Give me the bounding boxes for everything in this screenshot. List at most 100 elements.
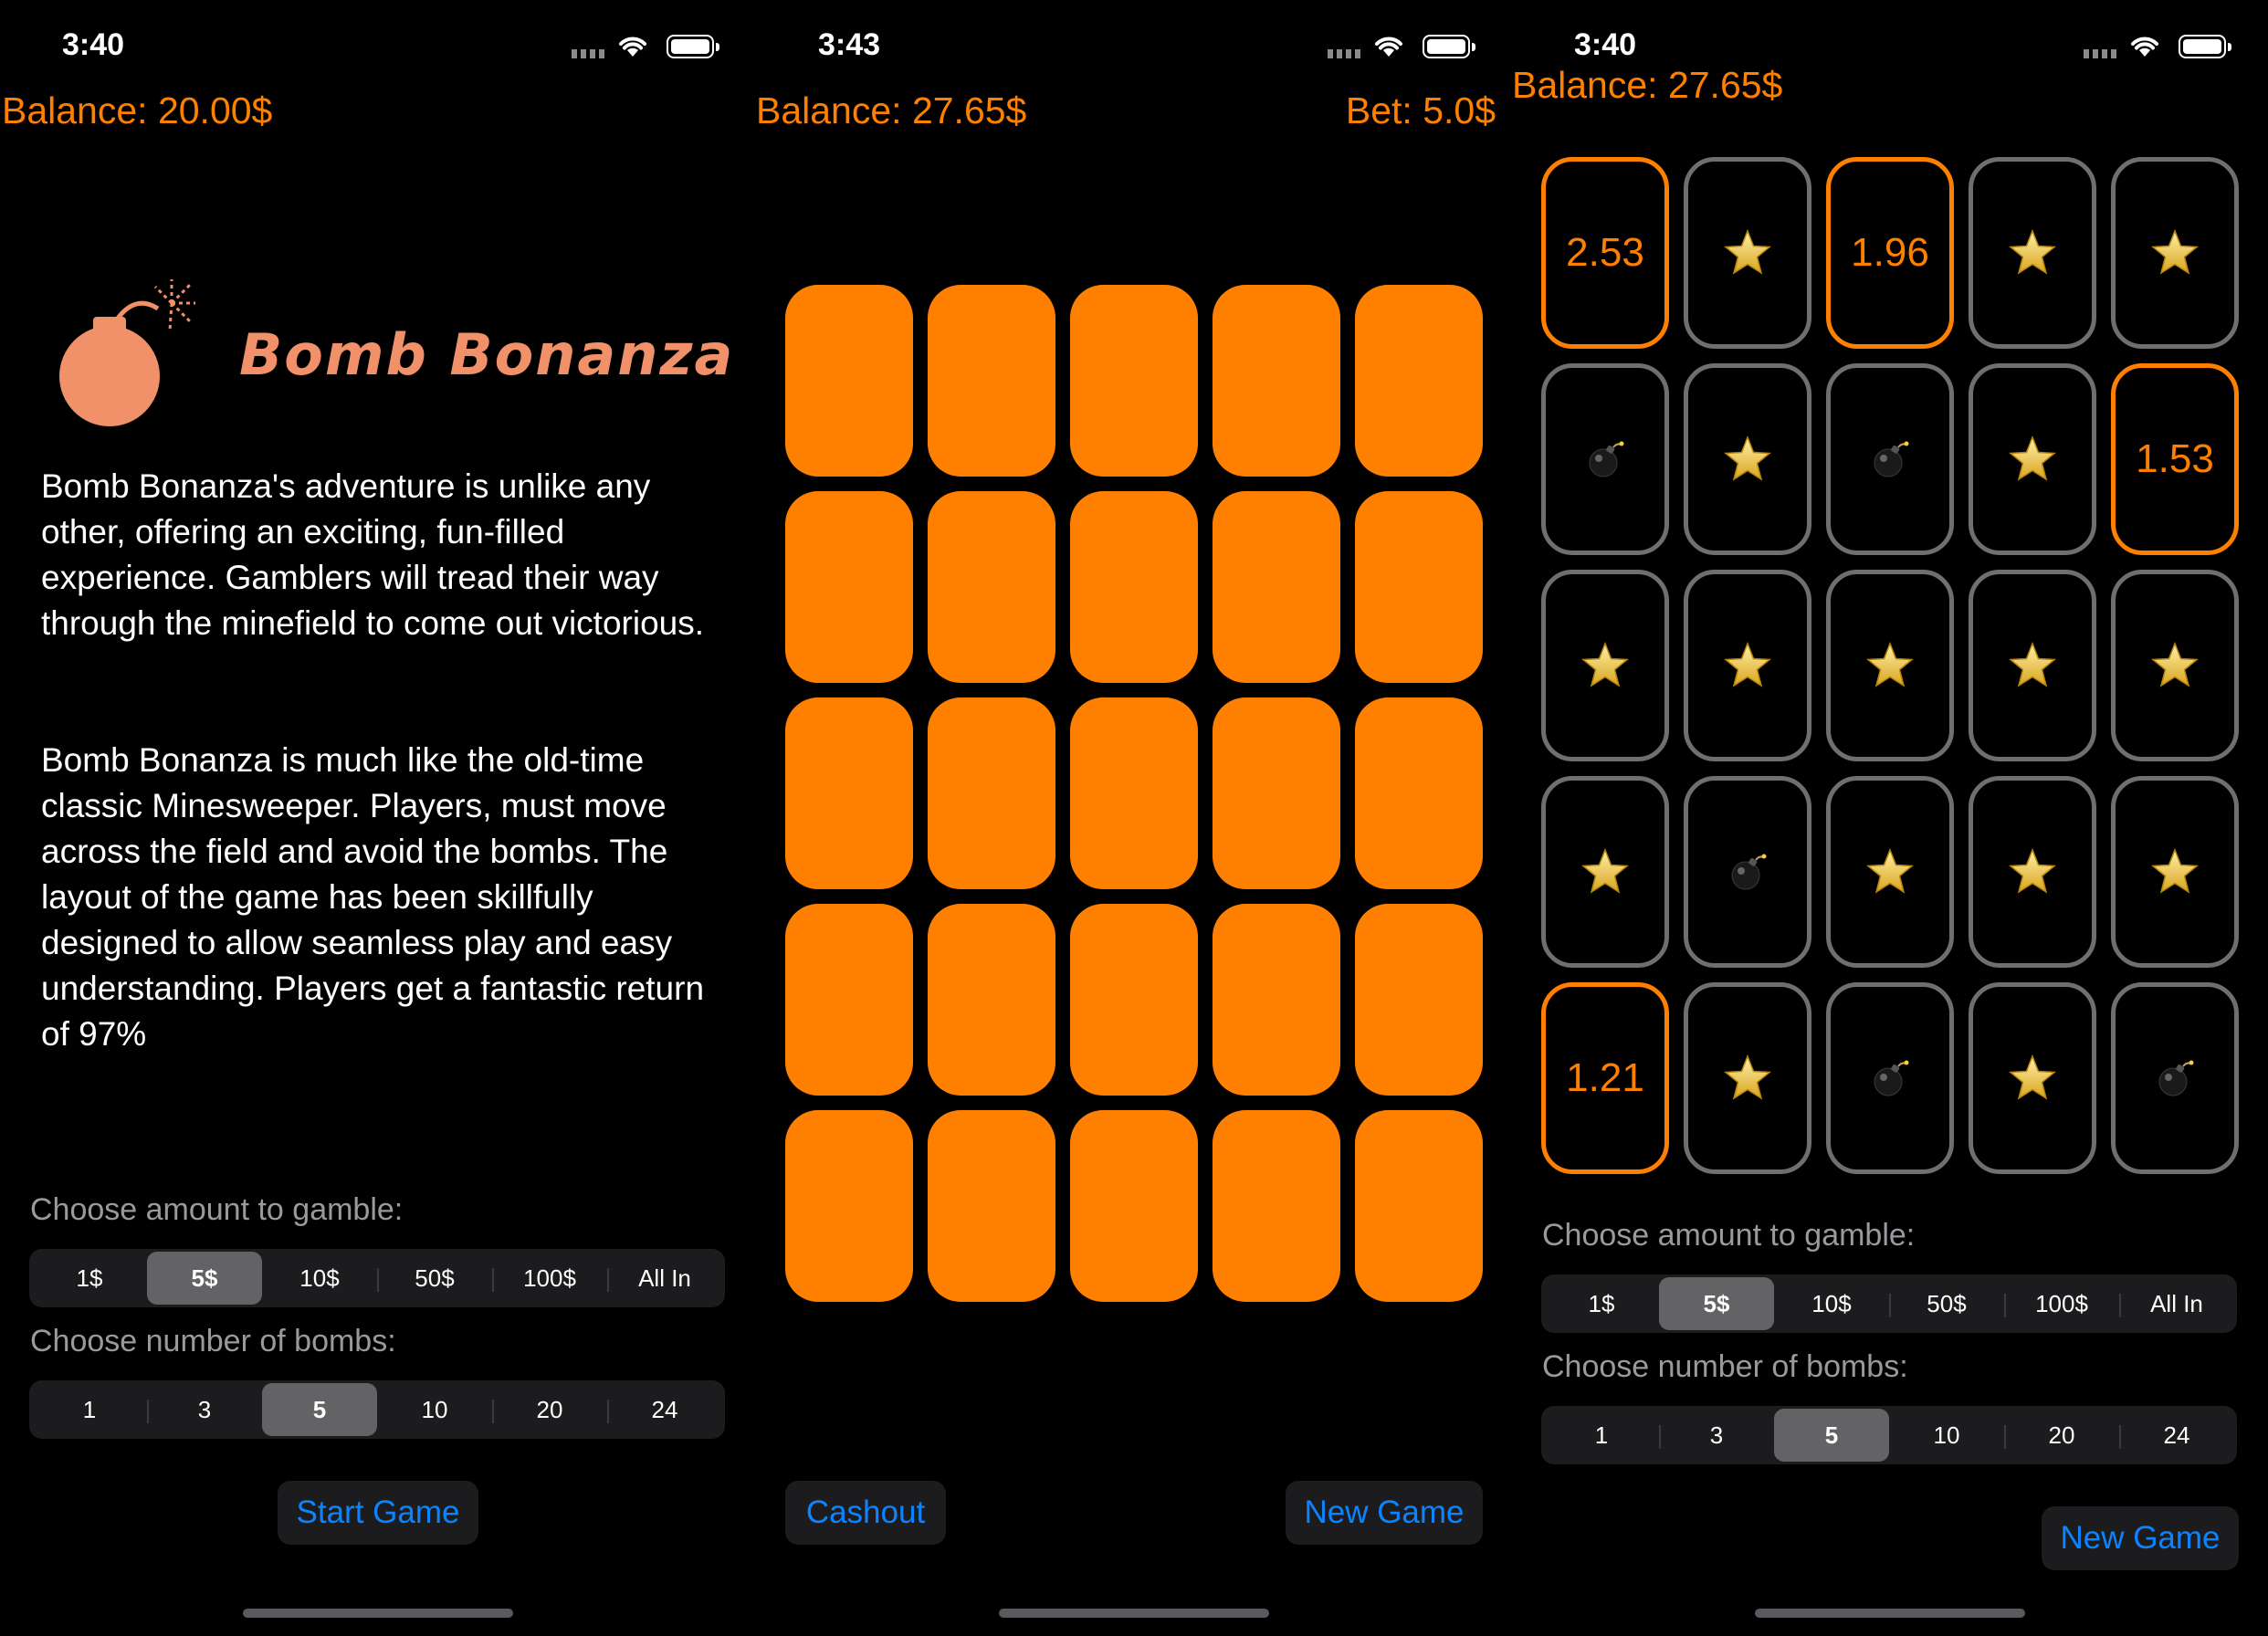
segment-option[interactable]: 24 (2119, 1409, 2234, 1462)
game-screen: 3:43 Balance: 27.65$ Bet: 5.0$ Cashout N… (756, 0, 1512, 1636)
status-icons (1324, 33, 1475, 60)
bomb-tile (1541, 363, 1669, 555)
segment-option[interactable]: 1 (32, 1383, 147, 1436)
segment-option[interactable]: 50$ (1889, 1277, 2004, 1330)
hidden-tile[interactable] (1355, 491, 1483, 683)
cellular-signal-icon (572, 49, 606, 58)
star-icon (2151, 228, 2199, 275)
star-icon (2009, 1054, 2056, 1100)
bomb-icon (1731, 854, 1767, 890)
segment-option[interactable]: 10$ (262, 1252, 377, 1305)
segment-option[interactable]: 5$ (147, 1252, 262, 1305)
balance-label: Balance: 20.00$ (2, 89, 273, 131)
balance-label: Balance: 27.65$ (756, 89, 1027, 131)
segment-option[interactable]: 3 (1659, 1409, 1774, 1462)
hidden-tile[interactable] (1070, 285, 1198, 477)
hidden-tile[interactable] (785, 1110, 913, 1302)
bombs-label: Choose number of bombs: (30, 1324, 396, 1358)
hidden-tile[interactable] (1213, 491, 1340, 683)
hidden-tile[interactable] (1355, 904, 1483, 1096)
bomb-tile (2111, 982, 2239, 1174)
multiplier-tile: 2.53 (1541, 157, 1669, 349)
hidden-tile[interactable] (1213, 285, 1340, 477)
segment-option[interactable]: 3 (147, 1383, 262, 1436)
hidden-tile[interactable] (1355, 285, 1483, 477)
star-icon (1581, 847, 1629, 894)
description-paragraph-2: Bomb Bonanza is much like the old-time c… (41, 741, 705, 1053)
description-paragraph-1: Bomb Bonanza's adventure is unlike any o… (41, 467, 704, 642)
segment-option[interactable]: 10$ (1774, 1277, 1889, 1330)
segment-option[interactable]: 1$ (32, 1252, 147, 1305)
segment-option[interactable]: 5 (1774, 1409, 1889, 1462)
segment-option[interactable]: 50$ (377, 1252, 492, 1305)
new-game-button[interactable]: New Game (2042, 1506, 2239, 1570)
hidden-tile[interactable] (1355, 697, 1483, 889)
amount-segmented-control: 1$ 5$ 10$ 50$ 100$ All In (1541, 1274, 2237, 1333)
hidden-tile[interactable] (928, 904, 1055, 1096)
bomb-logo-icon (59, 279, 195, 426)
star-icon (1724, 228, 1771, 275)
hidden-tile[interactable] (785, 904, 913, 1096)
hidden-tile[interactable] (1213, 1110, 1340, 1302)
star-tile (1541, 570, 1669, 761)
segment-option[interactable]: 10 (1889, 1409, 2004, 1462)
hidden-tile[interactable] (928, 285, 1055, 477)
balance-label: Balance: 27.65$ (1512, 64, 1783, 106)
amount-label: Choose amount to gamble: (1542, 1218, 1916, 1253)
segment-option[interactable]: 100$ (2004, 1277, 2119, 1330)
segment-option[interactable]: 1 (1544, 1409, 1659, 1462)
hidden-tile[interactable] (1213, 904, 1340, 1096)
hidden-tile[interactable] (928, 1110, 1055, 1302)
hidden-tile[interactable] (1213, 697, 1340, 889)
star-icon (2009, 228, 2056, 275)
hidden-tile[interactable] (1070, 491, 1198, 683)
wifi-icon (2131, 37, 2158, 57)
segment-option[interactable]: 100$ (492, 1252, 607, 1305)
star-icon (1724, 435, 1771, 481)
multiplier-value: 1.96 (1851, 230, 1929, 275)
multiplier-value: 1.21 (1566, 1055, 1644, 1100)
star-tile (1826, 570, 1954, 761)
wifi-icon (619, 37, 646, 57)
hidden-tile[interactable] (928, 697, 1055, 889)
hidden-tile[interactable] (1355, 1110, 1483, 1302)
star-tile (1541, 776, 1669, 968)
segment-option[interactable]: All In (607, 1252, 722, 1305)
hidden-tile[interactable] (1070, 1110, 1198, 1302)
home-indicator (1755, 1609, 2025, 1618)
battery-icon (1423, 35, 1475, 58)
star-icon (2151, 641, 2199, 687)
segment-option[interactable]: 24 (607, 1383, 722, 1436)
new-game-button[interactable]: New Game (1286, 1481, 1483, 1545)
bomb-tile (1684, 776, 1811, 968)
segment-option[interactable]: 5 (262, 1383, 377, 1436)
segment-option[interactable]: 20 (2004, 1409, 2119, 1462)
result-screen: 3:40 Balance: 27.65$ 2.53 1.96 1.53 1.21 Ch… (1512, 0, 2268, 1636)
cashout-button[interactable]: Cashout (785, 1481, 946, 1545)
hidden-tile[interactable] (785, 285, 913, 477)
status-time: 3:40 (1574, 27, 1637, 62)
segment-option[interactable]: 1$ (1544, 1277, 1659, 1330)
segment-option[interactable]: All In (2119, 1277, 2234, 1330)
status-time: 3:43 (818, 27, 881, 62)
bomb-icon (1589, 441, 1624, 477)
star-tile (2111, 776, 2239, 968)
segment-option[interactable]: 20 (492, 1383, 607, 1436)
multiplier-value: 2.53 (1566, 230, 1644, 275)
star-tile (1969, 776, 2096, 968)
segment-option[interactable]: 10 (377, 1383, 492, 1436)
star-icon (2151, 847, 2199, 894)
bomb-icon (1874, 441, 1909, 477)
bet-label: Bet: 5.0$ (1345, 89, 1496, 131)
star-icon (2009, 847, 2056, 894)
start-game-button[interactable]: Start Game (278, 1481, 478, 1545)
star-tile (2111, 570, 2239, 761)
hidden-tile[interactable] (785, 697, 913, 889)
star-icon (2009, 435, 2056, 481)
hidden-tile[interactable] (785, 491, 913, 683)
segment-option[interactable]: 5$ (1659, 1277, 1774, 1330)
star-tile (1684, 157, 1811, 349)
hidden-tile[interactable] (1070, 904, 1198, 1096)
hidden-tile[interactable] (928, 491, 1055, 683)
hidden-tile[interactable] (1070, 697, 1198, 889)
